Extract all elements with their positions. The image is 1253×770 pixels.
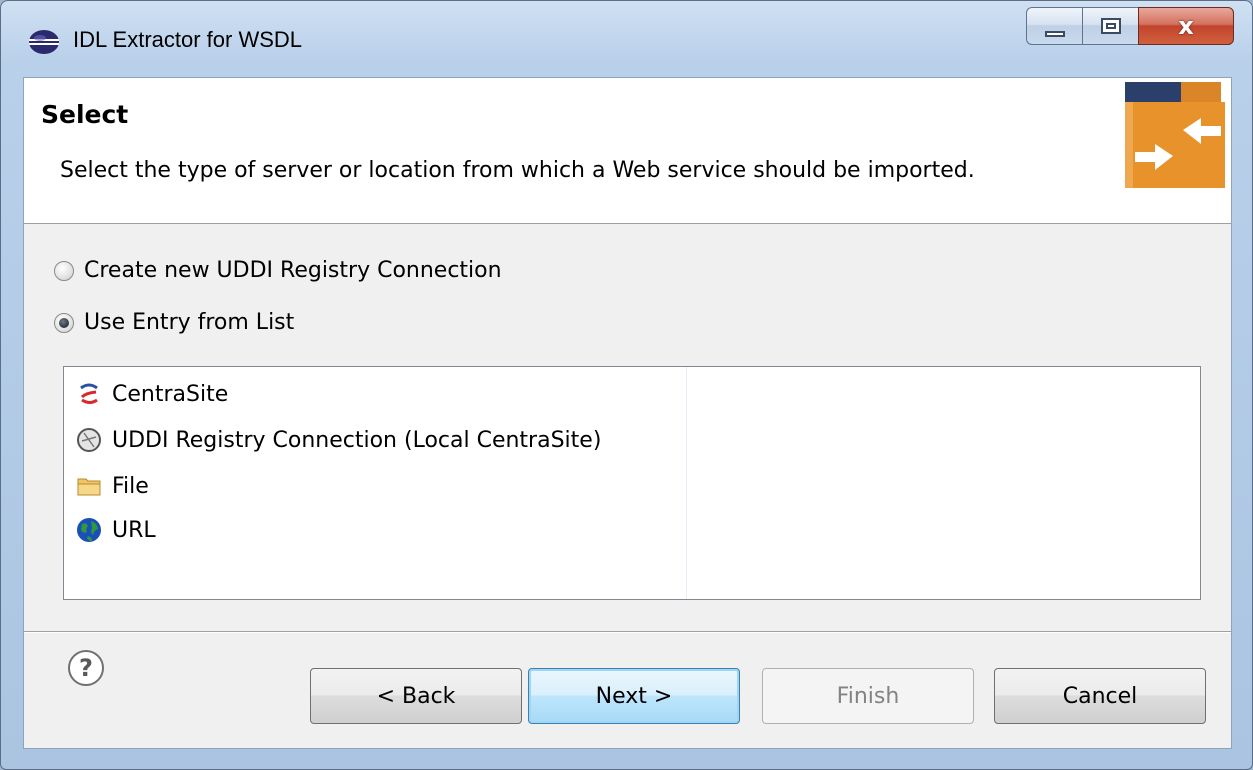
globe-icon (76, 517, 102, 543)
title-bar[interactable]: IDL Extractor for WSDL x (1, 1, 1252, 77)
minimize-icon (1044, 31, 1065, 37)
restore-icon (1100, 18, 1121, 34)
source-list[interactable]: CentraSite UDDI Registry Connection (Loc… (63, 366, 1201, 600)
cancel-button[interactable]: Cancel (994, 668, 1206, 724)
list-item-url[interactable]: URL (76, 517, 156, 543)
centrasite-icon (76, 381, 102, 407)
help-icon[interactable]: ? (66, 648, 106, 688)
finish-button[interactable]: Finish (762, 668, 974, 724)
back-button[interactable]: < Back (310, 668, 522, 724)
use-entry-label: Use Entry from List (84, 310, 295, 335)
close-button[interactable]: x (1138, 7, 1234, 45)
eclipse-icon (29, 30, 59, 54)
window-title: IDL Extractor for WSDL (73, 27, 303, 52)
create-uddi-connection-option[interactable]: Create new UDDI Registry Connection (54, 258, 502, 283)
close-icon: x (1178, 12, 1194, 40)
list-item-centrasite[interactable]: CentraSite (76, 381, 228, 407)
help-glyph: ? (79, 654, 93, 682)
list-item-file[interactable]: File (76, 473, 149, 499)
button-bar-separator (24, 631, 1231, 633)
list-item-label: URL (112, 517, 156, 543)
next-button[interactable]: Next > (528, 668, 740, 724)
list-item-label: File (112, 473, 149, 499)
dialog-client-area: Select Select the type of server or loca… (23, 77, 1232, 749)
maximize-button[interactable] (1082, 7, 1138, 45)
uddi-registry-icon (76, 427, 102, 453)
use-entry-from-list-option[interactable]: Use Entry from List (54, 310, 294, 335)
list-column-divider (686, 367, 687, 599)
page-description: Select the type of server or location fr… (60, 158, 975, 183)
list-item-uddi-registry[interactable]: UDDI Registry Connection (Local CentraSi… (76, 427, 601, 453)
create-uddi-label: Create new UDDI Registry Connection (84, 258, 502, 283)
list-item-label: UDDI Registry Connection (Local CentraSi… (112, 427, 602, 453)
minimize-button[interactable] (1026, 7, 1082, 45)
create-uddi-radio[interactable] (54, 260, 74, 281)
page-title: Select (41, 100, 129, 129)
folder-icon (76, 473, 102, 499)
dialog-window: IDL Extractor for WSDL x Select Select t… (0, 0, 1253, 770)
wizard-header: Select Select the type of server or loca… (24, 78, 1231, 224)
window-controls: x (1026, 7, 1234, 45)
list-item-label: CentraSite (112, 381, 229, 407)
use-entry-radio[interactable] (54, 312, 74, 333)
import-wizard-icon (1125, 82, 1225, 188)
